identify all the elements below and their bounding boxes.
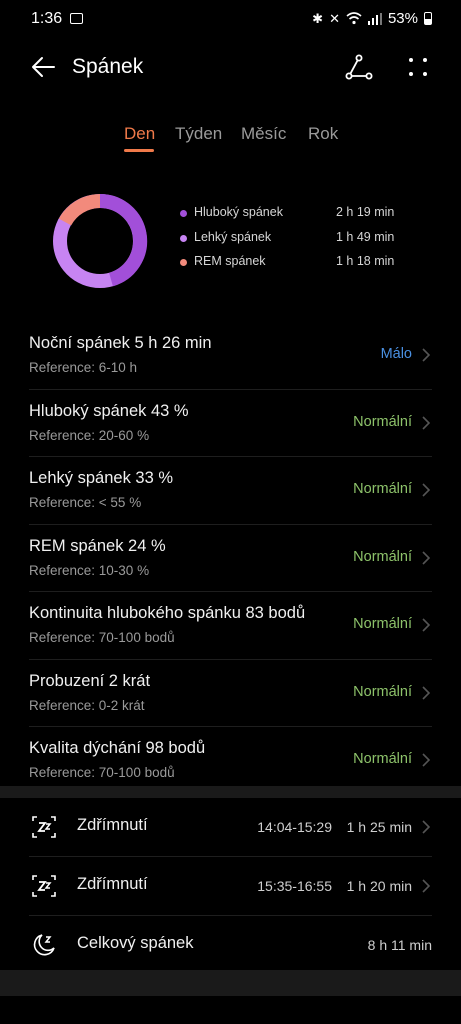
status-time: 1:36 bbox=[31, 10, 63, 27]
chevron-right-icon bbox=[422, 483, 431, 497]
metric-reference: Reference: 20-60 % bbox=[29, 427, 150, 443]
app-bar: Spánek bbox=[0, 40, 461, 94]
metric-status: Normální bbox=[353, 616, 412, 632]
chevron-right-icon bbox=[422, 753, 431, 767]
metric-deep-sleep[interactable]: Hluboký spánek 43 % Reference: 20-60 % N… bbox=[29, 390, 432, 457]
more-options-icon[interactable] bbox=[405, 53, 431, 81]
metric-reference: Reference: 70-100 bodů bbox=[29, 630, 175, 645]
active-tab-indicator bbox=[124, 149, 154, 152]
session-duration: 1 h 25 min bbox=[346, 819, 412, 835]
status-icons: ✱ ✕ 53% bbox=[312, 10, 432, 27]
metric-title: REM spánek 24 % bbox=[29, 536, 166, 555]
metric-night-sleep[interactable]: Noční spánek 5 h 26 min Reference: 6-10 … bbox=[29, 322, 432, 390]
bluetooth-icon: ✱ bbox=[312, 10, 324, 26]
total-sleep-duration: 8 h 11 min bbox=[367, 937, 432, 953]
metric-title: Hluboký spánek 43 % bbox=[29, 401, 189, 420]
nap-icon bbox=[32, 816, 56, 838]
sleep-metrics-list: Noční spánek 5 h 26 min Reference: 6-10 … bbox=[0, 322, 461, 794]
sleep-phases-donut bbox=[53, 193, 148, 288]
metric-status: Normální bbox=[353, 683, 412, 700]
chevron-right-icon bbox=[422, 820, 431, 834]
mute-icon: ✕ bbox=[329, 10, 340, 26]
legend-label: Lehký spánek bbox=[194, 229, 272, 244]
signal-icon bbox=[367, 12, 382, 25]
legend-row-light: Lehký spánek 1 h 49 min bbox=[178, 229, 398, 254]
legend-row-deep: Hluboký spánek 2 h 19 min bbox=[178, 204, 398, 229]
battery-percent: 53% bbox=[387, 10, 418, 27]
session-nap-2[interactable]: Zdřímnutí 15:35-16:55 1 h 20 min bbox=[29, 857, 432, 916]
tab-month[interactable]: Měsíc bbox=[241, 124, 286, 144]
legend-value: 1 h 49 min bbox=[336, 229, 395, 244]
legend-row-rem: REM spánek 1 h 18 min bbox=[178, 253, 398, 278]
chevron-right-icon bbox=[422, 348, 431, 362]
session-nap-1[interactable]: Zdřímnutí 14:04-15:29 1 h 25 min bbox=[29, 798, 432, 857]
session-time-range: 14:04-15:29 bbox=[257, 819, 332, 835]
legend-label: REM spánek bbox=[194, 254, 266, 268]
chevron-right-icon bbox=[422, 685, 431, 700]
metric-reference: Reference: 70-100 bodů bbox=[29, 765, 175, 780]
chevron-right-icon bbox=[422, 415, 431, 430]
metric-reference: Reference: 10-30 % bbox=[29, 562, 150, 578]
metric-status: Normální bbox=[353, 548, 412, 565]
legend-dot-rem bbox=[180, 259, 187, 266]
session-label: Zdřímnutí bbox=[77, 816, 148, 834]
metric-status: Málo bbox=[380, 346, 412, 362]
metric-status: Normální bbox=[353, 413, 412, 430]
period-tabs: Den Týden Měsíc Rok bbox=[0, 122, 461, 154]
session-label: Celkový spánek bbox=[77, 934, 194, 952]
metric-reference: Reference: < 55 % bbox=[29, 495, 142, 510]
sleep-sessions-list: Zdřímnutí 14:04-15:29 1 h 25 min Zdřímnu… bbox=[0, 798, 461, 974]
bottom-band bbox=[0, 970, 461, 996]
metric-title: Kontinuita hlubokého spánku 83 bodů bbox=[29, 604, 306, 622]
tab-year[interactable]: Rok bbox=[308, 124, 338, 144]
back-arrow-icon[interactable] bbox=[30, 54, 56, 80]
sleep-legend: Hluboký spánek 2 h 19 min Lehký spánek 1… bbox=[178, 204, 398, 278]
legend-label: Hluboký spánek bbox=[194, 205, 283, 219]
metric-status: Normální bbox=[353, 481, 412, 497]
chevron-right-icon bbox=[422, 550, 431, 565]
battery-icon bbox=[424, 12, 432, 25]
metric-title: Kvalita dýchání 98 bodů bbox=[29, 739, 206, 757]
moon-icon bbox=[33, 934, 55, 956]
metric-rem-sleep[interactable]: REM spánek 24 % Reference: 10-30 % Normá… bbox=[29, 525, 432, 592]
metric-awakenings[interactable]: Probuzení 2 krát Reference: 0-2 krát Nor… bbox=[29, 660, 432, 727]
metric-breathing-quality[interactable]: Kvalita dýchání 98 bodů Reference: 70-10… bbox=[29, 727, 432, 794]
page-title: Spánek bbox=[72, 55, 144, 78]
chevron-right-icon bbox=[422, 618, 431, 632]
metric-status: Normální bbox=[353, 751, 412, 767]
session-duration: 1 h 20 min bbox=[346, 878, 412, 894]
metric-reference: Reference: 6-10 h bbox=[29, 360, 138, 375]
share-icon[interactable] bbox=[345, 53, 373, 81]
metric-light-sleep[interactable]: Lehký spánek 33 % Reference: < 55 % Norm… bbox=[29, 457, 432, 525]
session-time-range: 15:35-16:55 bbox=[257, 878, 332, 894]
metric-title: Probuzení 2 krát bbox=[29, 671, 151, 690]
section-divider bbox=[0, 786, 461, 798]
metric-title: Lehký spánek 33 % bbox=[29, 469, 174, 487]
gallery-notification-icon bbox=[70, 13, 83, 24]
session-total-sleep: Celkový spánek 8 h 11 min bbox=[29, 916, 432, 974]
status-bar: 1:36 ✱ ✕ 53% bbox=[0, 0, 461, 38]
legend-value: 1 h 18 min bbox=[336, 254, 395, 268]
session-label: Zdřímnutí bbox=[77, 875, 148, 893]
metric-deep-continuity[interactable]: Kontinuita hlubokého spánku 83 bodů Refe… bbox=[29, 592, 432, 660]
metric-reference: Reference: 0-2 krát bbox=[29, 697, 145, 713]
nap-icon bbox=[32, 875, 56, 897]
legend-dot-deep bbox=[180, 210, 187, 217]
legend-value: 2 h 19 min bbox=[336, 205, 395, 219]
legend-dot-light bbox=[180, 234, 187, 242]
tab-week[interactable]: Týden bbox=[175, 124, 222, 144]
wifi-icon bbox=[346, 12, 362, 25]
chevron-right-icon bbox=[422, 879, 431, 893]
tab-day[interactable]: Den bbox=[124, 124, 155, 144]
metric-title: Noční spánek 5 h 26 min bbox=[29, 334, 212, 352]
